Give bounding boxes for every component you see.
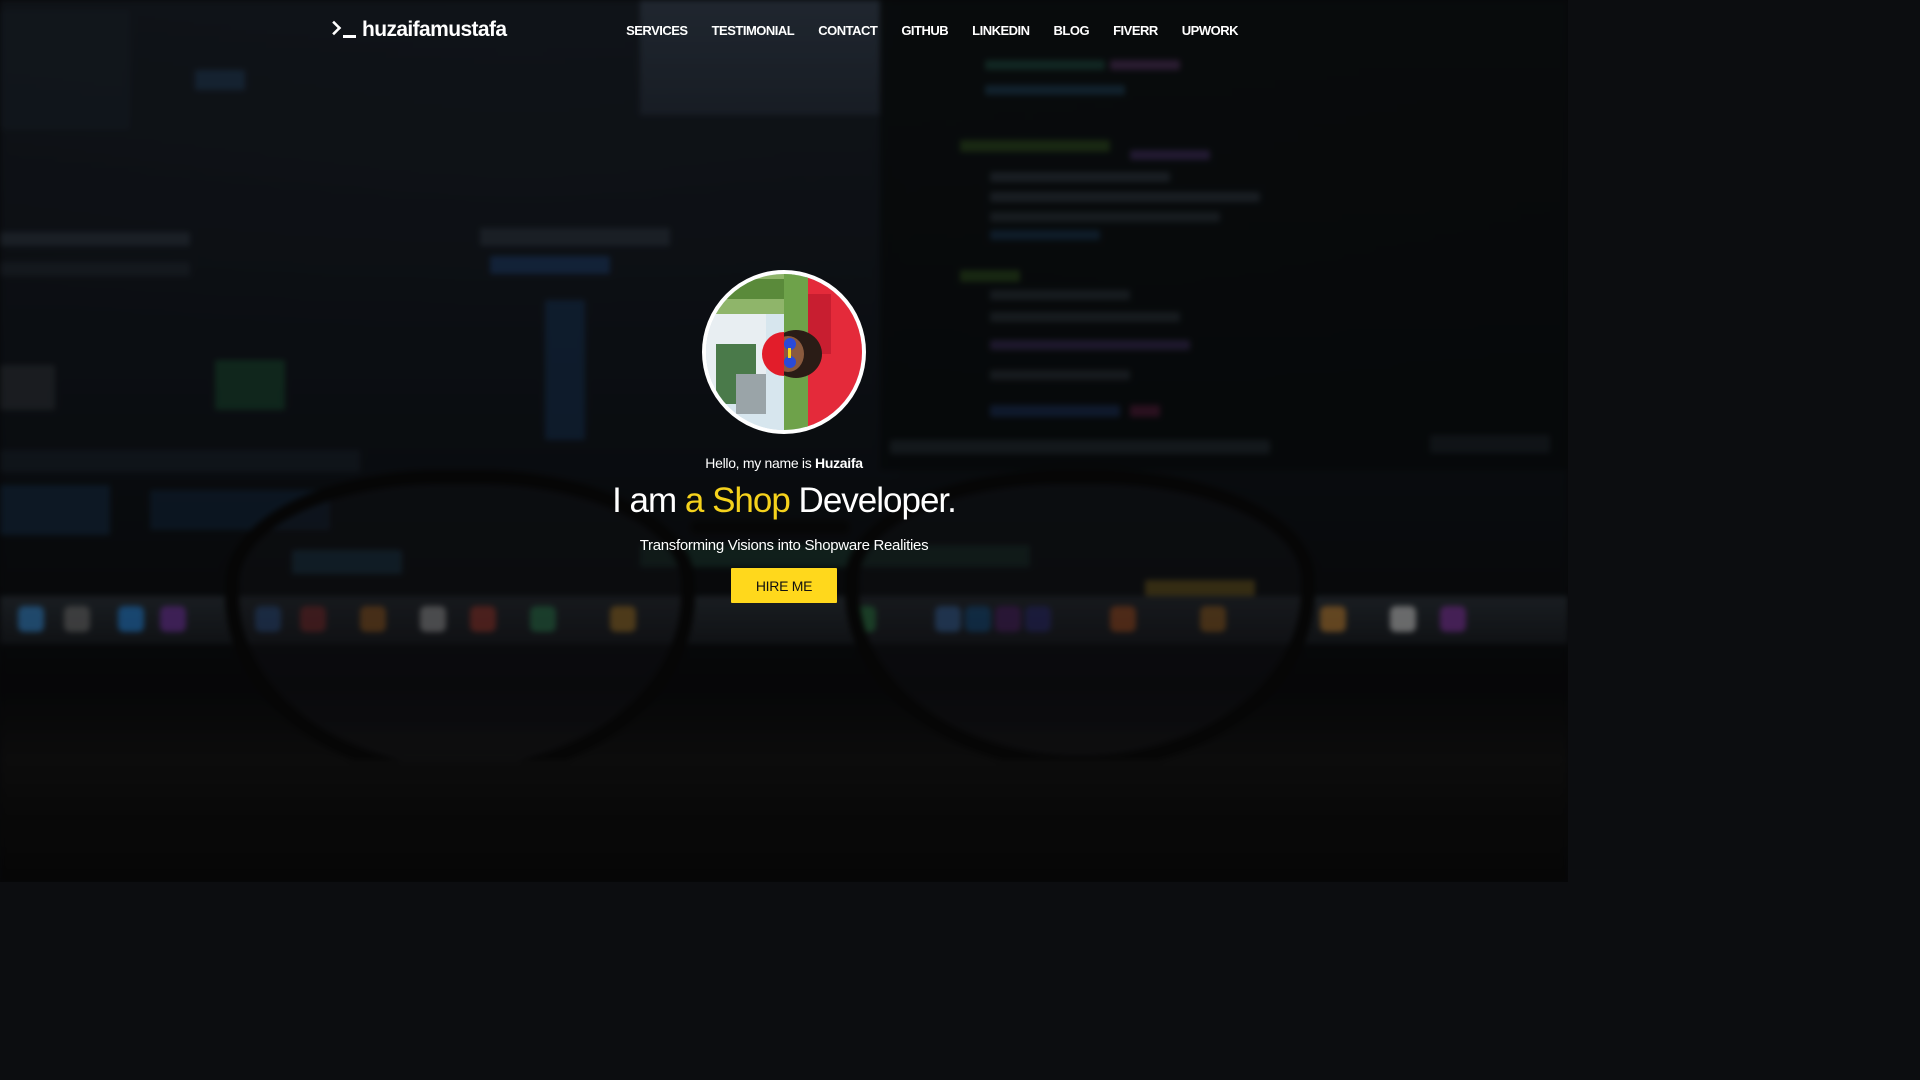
- profile-avatar: [702, 270, 866, 434]
- navbar: huzaifamustafa SERVICES TESTIMONIAL CONT…: [0, 0, 1568, 64]
- hire-me-button[interactable]: HIRE ME: [731, 568, 837, 603]
- nav-link-upwork[interactable]: UPWORK: [1182, 23, 1239, 38]
- greeting-name: Huzaifa: [815, 455, 863, 471]
- hero-section: Hello, my name is Huzaifa I am a Shop De…: [0, 270, 1568, 603]
- nav-link-github[interactable]: GITHUB: [901, 23, 948, 38]
- nav-menu: SERVICES TESTIMONIAL CONTACT GITHUB LINK…: [626, 22, 1238, 40]
- brand-name: huzaifamustafa: [362, 18, 507, 41]
- terminal-prompt-icon: [326, 18, 358, 42]
- nav-link-blog[interactable]: BLOG: [1054, 23, 1090, 38]
- headline-suffix: Developer.: [789, 481, 957, 520]
- nav-link-linkedin[interactable]: LINKEDIN: [972, 23, 1030, 38]
- nav-link-fiverr[interactable]: FIVERR: [1113, 23, 1158, 38]
- greeting-prefix: Hello, my name is: [705, 455, 816, 471]
- hero-headline: I am a Shop Developer.: [612, 481, 957, 521]
- brand-logo[interactable]: huzaifamustafa: [326, 18, 507, 42]
- hero-greeting: Hello, my name is Huzaifa: [705, 455, 863, 471]
- page: huzaifamustafa SERVICES TESTIMONIAL CONT…: [0, 0, 1568, 882]
- headline-prefix: I am: [612, 481, 685, 520]
- hero-tagline: Transforming Visions into Shopware Reali…: [639, 537, 929, 554]
- headline-accent: a Shop: [684, 481, 791, 520]
- nav-link-services[interactable]: SERVICES: [626, 23, 688, 38]
- nav-link-testimonial[interactable]: TESTIMONIAL: [712, 23, 795, 38]
- nav-link-contact[interactable]: CONTACT: [818, 23, 878, 38]
